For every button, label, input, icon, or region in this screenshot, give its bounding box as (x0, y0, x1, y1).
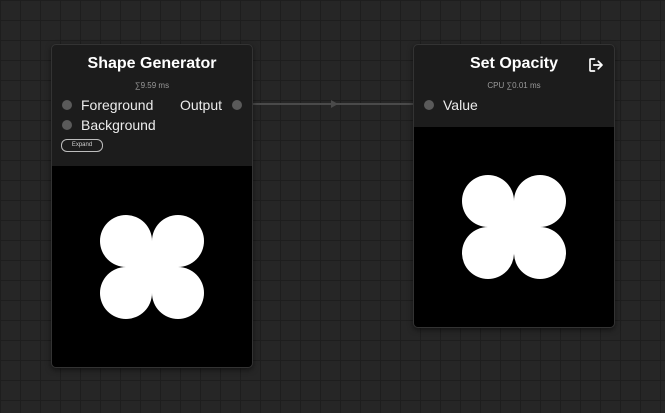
exit-icon[interactable] (587, 56, 605, 74)
node-header[interactable]: Shape Generator ∑9.59 ms Foreground Back… (52, 45, 252, 165)
node-header[interactable]: Set Opacity CPU ∑0.01 ms Value (414, 45, 614, 126)
node-title: Set Opacity (469, 55, 559, 72)
input-port-background[interactable]: Background (52, 115, 172, 135)
port-dot-icon[interactable] (62, 100, 72, 110)
port-dot-icon[interactable] (424, 100, 434, 110)
input-port-value[interactable]: Value (414, 95, 534, 115)
node-stats: ∑9.59 ms (134, 81, 170, 90)
x-shape-icon (462, 175, 566, 279)
port-label: Value (443, 97, 478, 113)
node-title: Shape Generator (87, 55, 217, 72)
port-dot-icon[interactable] (232, 100, 242, 110)
port-label: Foreground (81, 97, 154, 113)
preview-panel (414, 127, 614, 327)
shape-generator-node[interactable]: Shape Generator ∑9.59 ms Foreground Back… (51, 44, 253, 368)
output-port[interactable]: Output (172, 95, 252, 115)
port-label: Output (179, 97, 222, 113)
port-label: Background (81, 117, 156, 133)
preview-panel (52, 166, 252, 367)
node-stats: CPU ∑0.01 ms (487, 81, 541, 90)
wire-arrow-icon (331, 100, 338, 108)
set-opacity-node[interactable]: Set Opacity CPU ∑0.01 ms Value (413, 44, 615, 328)
input-port-foreground[interactable]: Foreground (52, 95, 172, 115)
expand-button[interactable]: Expand (61, 139, 103, 152)
x-shape-icon (100, 214, 204, 319)
port-dot-icon[interactable] (62, 120, 72, 130)
